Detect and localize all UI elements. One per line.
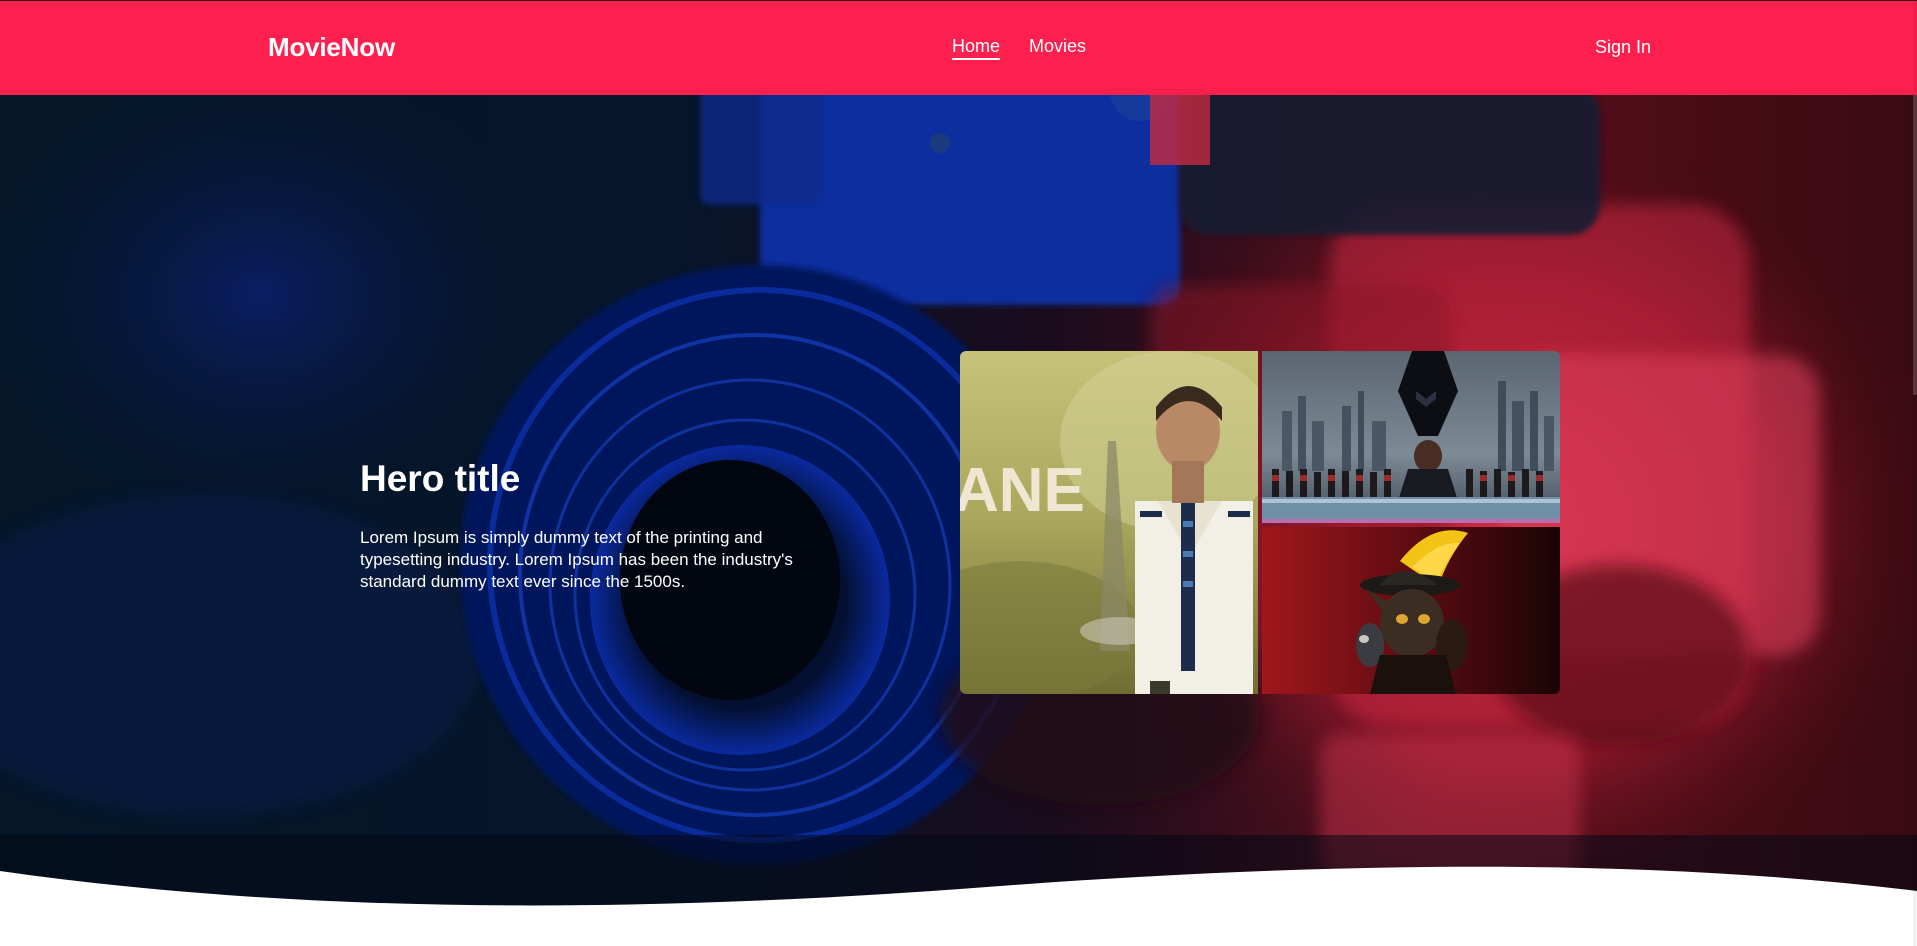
nav-link-movies[interactable]: Movies xyxy=(1029,37,1086,60)
page-scrollbar[interactable] xyxy=(1913,0,1917,946)
poster-black-panther-image xyxy=(1262,351,1560,523)
brand-logo[interactable]: MovieNow xyxy=(268,32,395,63)
poster-plane-caption: ANE xyxy=(960,456,1085,525)
poster-plane-image: ANE xyxy=(960,351,1258,694)
poster-plane[interactable]: ANE xyxy=(960,351,1258,694)
poster-grid: ANE xyxy=(960,351,1560,694)
hero-description: Lorem Ipsum is simply dummy text of the … xyxy=(360,528,793,591)
nav-links: Home Movies xyxy=(952,37,1086,60)
page-scrollbar-thumb[interactable] xyxy=(1913,95,1917,395)
hero-title: Hero title xyxy=(360,458,521,499)
sign-in-link[interactable]: Sign In xyxy=(1595,38,1651,56)
poster-black-panther[interactable] xyxy=(1262,351,1560,523)
poster-puss-in-boots-image xyxy=(1262,527,1560,694)
hero-background-image xyxy=(0,95,1917,946)
hero-bottom-wave xyxy=(0,866,1917,946)
nav-link-home[interactable]: Home xyxy=(952,37,1001,60)
poster-puss-in-boots[interactable] xyxy=(1262,527,1560,694)
navbar: MovieNow Home Movies Sign In xyxy=(0,0,1917,95)
hero-section: Hero title Lorem Ipsum is simply dummy t… xyxy=(0,95,1917,946)
